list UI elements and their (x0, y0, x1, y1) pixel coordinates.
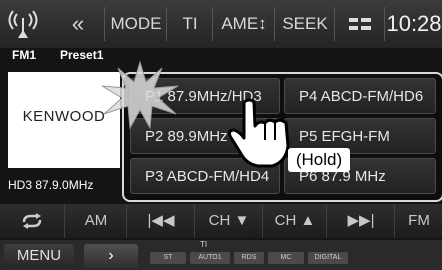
repeat-button[interactable] (0, 204, 64, 238)
mc-indicator: MC (268, 252, 304, 264)
channel-down-button[interactable]: CH ▼ (194, 204, 263, 238)
ame-button[interactable]: AME↕ (212, 7, 275, 41)
auto1-indicator: AUTO1 (190, 252, 230, 264)
hd-status: HD3 87.9.0MHz (8, 178, 94, 192)
st-indicator: ST (150, 252, 186, 264)
control-bar: AM |◀◀ CH ▼ CH ▲ ▶▶| FM (0, 204, 442, 238)
am-button[interactable]: AM (64, 204, 127, 238)
press-burst-icon (101, 60, 179, 130)
antenna-icon (8, 10, 38, 38)
band-label: FM1 (12, 48, 36, 62)
channel-up-button[interactable]: CH ▲ (262, 204, 327, 238)
hold-hint: (Hold) (288, 148, 350, 172)
expand-arrow-button[interactable]: › (84, 244, 138, 268)
list-menu-icon (349, 17, 371, 30)
seek-button[interactable]: SEEK (274, 7, 335, 41)
ti-indicator-label: TI (200, 240, 208, 249)
next-button[interactable]: ▶▶| (326, 204, 395, 238)
bottom-bar: MENU › TI ST AUTO1 RDS MC DIGITAL (0, 240, 442, 270)
fm-button[interactable]: FM (394, 204, 442, 238)
prev-button[interactable]: |◀◀ (126, 204, 195, 238)
list-menu-button[interactable] (334, 7, 385, 41)
mode-button[interactable]: MODE (104, 7, 167, 41)
digital-indicator: DIGITAL (308, 252, 348, 264)
ti-button[interactable]: TI (166, 7, 213, 41)
top-bar: « MODE TI AME↕ SEEK 10:28 (0, 0, 442, 48)
back-button[interactable]: « (52, 7, 104, 41)
repeat-icon (22, 213, 42, 230)
radio-screen: « MODE TI AME↕ SEEK 10:28 FM1 Preset1 KE… (0, 0, 442, 270)
clock: 10:28 (384, 7, 442, 41)
menu-button[interactable]: MENU (4, 244, 74, 268)
rds-indicator: RDS (234, 252, 264, 264)
